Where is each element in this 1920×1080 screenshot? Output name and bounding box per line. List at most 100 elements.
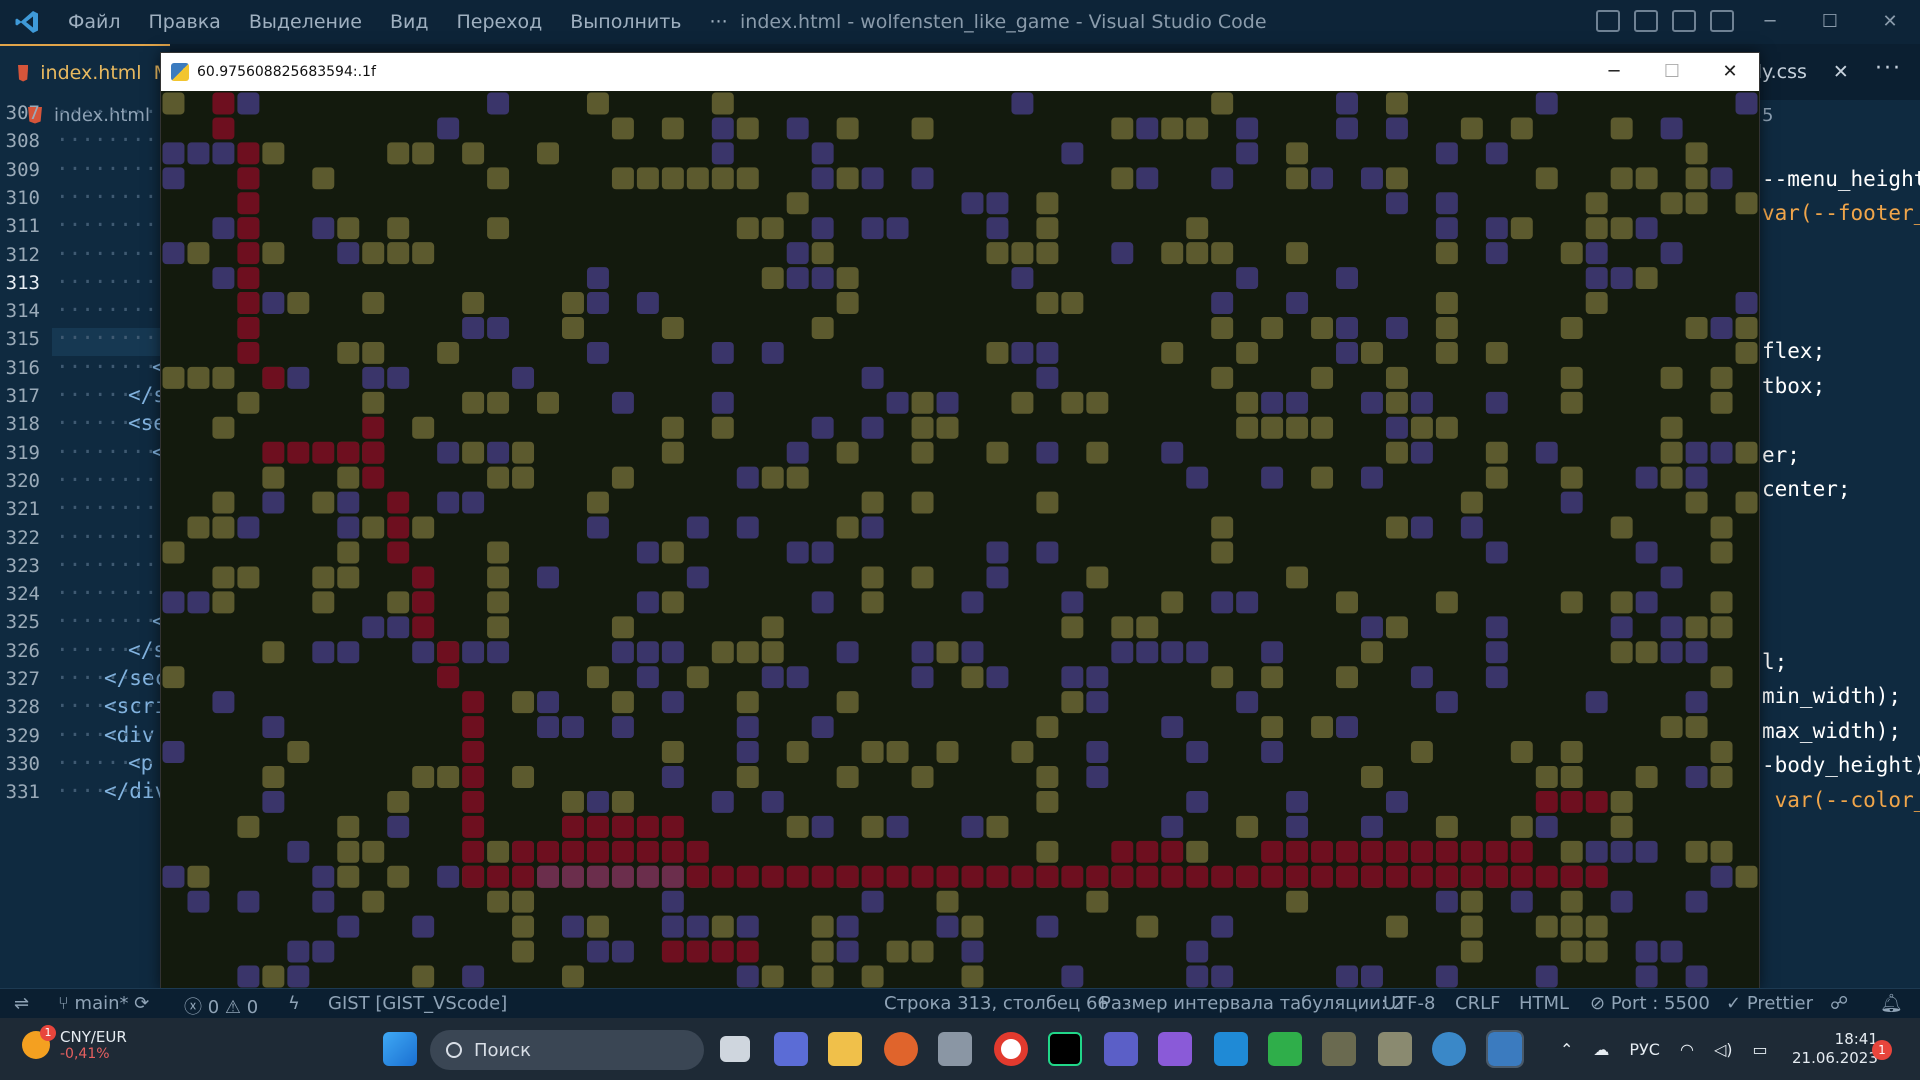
taskbar-search[interactable]: Поиск	[430, 1030, 704, 1070]
wall-tile	[487, 391, 510, 414]
lightning-icon[interactable]: ϟ	[288, 993, 300, 1014]
wall-tile	[811, 940, 834, 963]
toggle-panel-icon[interactable]	[1634, 10, 1658, 32]
block-tile	[1036, 341, 1059, 364]
menu-go[interactable]: Переход	[443, 11, 557, 33]
calculator-icon[interactable]	[938, 1032, 972, 1066]
close-button[interactable]: ✕	[1701, 53, 1759, 91]
customize-layout-icon[interactable]	[1710, 10, 1734, 32]
code-line: center;	[1762, 477, 1851, 501]
wifi-icon[interactable]: ◠	[1680, 1040, 1694, 1059]
indent-size[interactable]: Размер интервала табуляции: 2	[1100, 993, 1404, 1014]
browser-icon[interactable]	[1432, 1032, 1466, 1066]
block-tile	[1011, 267, 1034, 290]
ticker-label: CNY/EUR	[60, 1028, 127, 1046]
pycharm-icon[interactable]	[1048, 1032, 1082, 1066]
block-tile	[986, 541, 1009, 564]
menu-file[interactable]: Файл	[54, 11, 135, 33]
file-explorer-icon[interactable]	[828, 1032, 862, 1066]
block-tile	[1011, 92, 1034, 115]
menu-selection[interactable]: Выделение	[235, 11, 376, 33]
tab-body-css[interactable]: dy.css ✕	[1750, 44, 1849, 100]
wall-tile	[736, 167, 759, 190]
remote-icon[interactable]: ⇌	[14, 993, 29, 1014]
record-icon[interactable]	[994, 1032, 1028, 1066]
menu-view[interactable]: Вид	[376, 11, 443, 33]
menu-run[interactable]: Выполнить	[556, 11, 695, 33]
git-branch[interactable]: ⑂ main* ⟳	[58, 993, 149, 1014]
clock[interactable]: 18:41 21.06.2023	[1792, 1030, 1878, 1068]
problems-indicator[interactable]: ⓧ 0 ⚠ 0	[184, 993, 258, 1019]
notification-badge[interactable]: 1	[1872, 1040, 1892, 1060]
block-tile	[1361, 965, 1383, 988]
more-actions-icon[interactable]: ···	[1875, 56, 1902, 81]
block-tile	[462, 491, 485, 514]
ray-tile	[237, 267, 260, 290]
chevron-up-icon[interactable]: ⌃	[1560, 1040, 1573, 1059]
vscode-taskbar-icon[interactable]	[1214, 1032, 1248, 1066]
wall-tile	[986, 242, 1009, 265]
menu-more[interactable]: ···	[696, 11, 742, 33]
wall-tile	[387, 790, 410, 813]
visual-studio-icon[interactable]	[1158, 1032, 1192, 1066]
wall-tile	[1061, 691, 1084, 714]
wall-tile	[1560, 591, 1583, 614]
maximize-button[interactable]: ☐	[1800, 0, 1860, 44]
wall-tile	[1460, 491, 1483, 514]
battery-icon[interactable]: ▭	[1753, 1040, 1768, 1059]
block-tile	[387, 366, 410, 389]
teams-icon[interactable]	[1104, 1032, 1138, 1066]
prettier-status[interactable]: ✓ Prettier	[1726, 993, 1813, 1014]
toggle-sidebar-icon[interactable]	[1596, 10, 1620, 32]
block-tile	[462, 641, 485, 664]
maximize-button[interactable]: ☐	[1643, 53, 1701, 91]
pygame-window[interactable]: 60.975608825683594:.1f ─ ☐ ✕	[160, 52, 1760, 990]
tab-index-html[interactable]: index.html M	[0, 44, 170, 100]
python-taskbar-icon[interactable]	[1486, 1030, 1524, 1068]
toggle-secondary-sidebar-icon[interactable]	[1672, 10, 1696, 32]
wall-tile	[1610, 516, 1633, 539]
live-server-port[interactable]: ⊘ Port : 5500	[1590, 993, 1710, 1014]
firefox-icon[interactable]	[884, 1032, 918, 1066]
onedrive-icon[interactable]: ☁	[1593, 1040, 1609, 1059]
indent-guide: ········	[56, 439, 158, 464]
close-tab-icon[interactable]: ✕	[1833, 61, 1849, 83]
block-tile	[487, 441, 510, 464]
wall-tile	[1585, 192, 1608, 215]
block-tile	[586, 516, 609, 539]
feedback-icon[interactable]: ☍	[1830, 993, 1848, 1014]
language-mode[interactable]: HTML	[1519, 993, 1569, 1014]
wall-tile	[262, 641, 285, 664]
gimp-icon[interactable]	[1378, 1032, 1412, 1066]
block-tile	[611, 641, 634, 664]
wall-tile	[1735, 192, 1758, 215]
line-number: 310	[5, 186, 40, 209]
cursor-position[interactable]: Строка 313, столбец 66	[884, 993, 1109, 1014]
wall-tile	[661, 741, 684, 763]
minimize-button[interactable]: ─	[1740, 0, 1800, 44]
block-tile	[1460, 516, 1483, 539]
volume-icon[interactable]: ◁)	[1714, 1040, 1733, 1059]
game-canvas[interactable]	[161, 91, 1759, 989]
task-view-icon[interactable]	[720, 1036, 750, 1062]
menu-edit[interactable]: Правка	[135, 11, 235, 33]
node-icon[interactable]	[1268, 1032, 1302, 1066]
line-endings[interactable]: CRLF	[1455, 993, 1500, 1014]
ray-tile	[1261, 865, 1284, 888]
gist-status[interactable]: GIST [GIST_VScode]	[328, 993, 507, 1014]
windows-start-icon[interactable]	[383, 1032, 417, 1066]
meet-icon[interactable]	[774, 1032, 808, 1066]
language-indicator[interactable]: РУС	[1629, 1040, 1660, 1059]
minimize-button[interactable]: ─	[1585, 53, 1643, 91]
block-tile	[462, 965, 485, 988]
code-line: flex;	[1762, 339, 1825, 363]
weather-widget[interactable]: 1 CNY/EUR -0,41%	[22, 1025, 127, 1062]
game-app-icon[interactable]	[1322, 1032, 1356, 1066]
sync-icon[interactable]: ⟳	[134, 993, 149, 1014]
block-tile	[1086, 766, 1109, 788]
notifications-bell-icon[interactable]: 🔔︎	[1880, 993, 1903, 1014]
block-tile	[1211, 915, 1234, 938]
encoding[interactable]: UTF-8	[1383, 993, 1435, 1014]
ray-tile	[1111, 840, 1134, 863]
close-button[interactable]: ✕	[1860, 0, 1920, 44]
